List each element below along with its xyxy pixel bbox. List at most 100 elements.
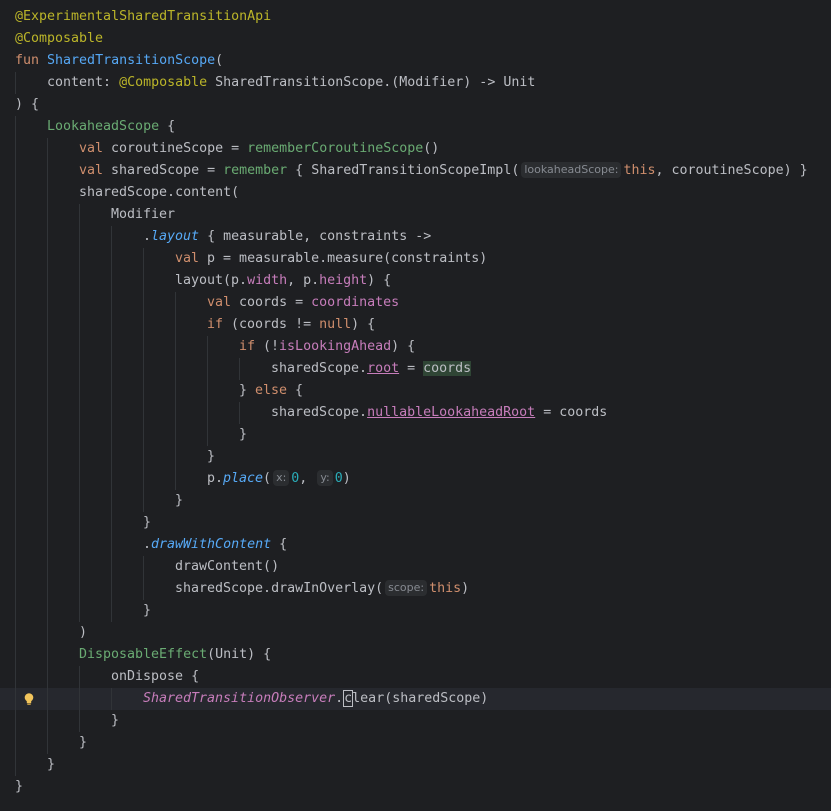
code-line-content: sharedScope.content( (15, 185, 239, 200)
code-editor[interactable]: @ExperimentalSharedTransitionApi @Composa… (0, 0, 831, 811)
code-token: } (111, 713, 120, 728)
code-line-content: } (15, 515, 151, 530)
indent-guide (15, 644, 16, 666)
code-token: val (79, 141, 104, 156)
code-line[interactable]: val p = measurable.measure(constraints) (15, 248, 831, 270)
indent-guide (15, 204, 16, 226)
code-line[interactable]: content: @Composable SharedTransitionSco… (15, 72, 831, 94)
code-token: { (159, 119, 176, 134)
code-line[interactable]: fun SharedTransitionScope( (15, 50, 831, 72)
indent-guide (47, 644, 48, 666)
code-token: = coords (535, 405, 608, 420)
indent-guide (15, 182, 16, 204)
code-line[interactable]: sharedScope.nullableLookaheadRoot = coor… (15, 402, 831, 424)
code-area[interactable]: @ExperimentalSharedTransitionApi @Composa… (0, 6, 831, 798)
code-line[interactable]: @Composable (15, 28, 831, 50)
code-token: fun (15, 53, 48, 68)
indent-guide (79, 468, 80, 490)
code-line-content: } (15, 713, 119, 728)
code-token: sharedScope.drawInOverlay( (175, 581, 384, 596)
indent-guide (143, 446, 144, 468)
code-line[interactable]: sharedScope.content( (15, 182, 831, 204)
code-token: ) { (367, 273, 392, 288)
indent-guide (47, 182, 48, 204)
code-line-content: if (!isLookingAhead) { (15, 339, 415, 354)
code-line[interactable]: val sharedScope = remember { SharedTrans… (15, 160, 831, 182)
code-line-content: } (15, 757, 55, 772)
indent-guide (79, 534, 80, 556)
indent-guide (47, 424, 48, 446)
code-line[interactable]: SharedTransitionObserver.clear(sharedSco… (0, 688, 831, 710)
indent-guide (207, 336, 208, 358)
indent-guide (15, 666, 16, 688)
lightbulb-icon[interactable] (22, 692, 36, 706)
code-line[interactable]: } else { (15, 380, 831, 402)
indent-guide (79, 600, 80, 622)
code-line[interactable]: .layout { measurable, constraints -> (15, 226, 831, 248)
code-token: coords = (231, 295, 312, 310)
code-line[interactable]: p.place(x: 0, y: 0) (15, 468, 831, 490)
code-line[interactable]: .drawWithContent { (15, 534, 831, 556)
code-line[interactable]: LookaheadScope { (15, 116, 831, 138)
code-line[interactable]: } (15, 424, 831, 446)
code-line[interactable]: if (coords != null) { (15, 314, 831, 336)
code-line[interactable]: } (15, 710, 831, 732)
code-line[interactable]: } (15, 490, 831, 512)
code-line[interactable]: onDispose { (15, 666, 831, 688)
indent-guide (79, 424, 80, 446)
code-token: place (223, 471, 264, 486)
code-line[interactable]: sharedScope.root = coords (15, 358, 831, 380)
code-line[interactable]: Modifier (15, 204, 831, 226)
indent-guide (79, 512, 80, 534)
indent-guide (175, 468, 176, 490)
indent-guide (79, 314, 80, 336)
code-token: drawContent() (175, 559, 280, 574)
code-line[interactable]: } (15, 446, 831, 468)
code-token: . (143, 229, 152, 244)
indent-guide (239, 402, 240, 424)
code-line[interactable]: val coords = coordinates (15, 292, 831, 314)
code-line-content: } (15, 603, 151, 618)
code-token: () (423, 141, 440, 156)
code-line[interactable]: } (15, 732, 831, 754)
code-line[interactable]: ) (15, 622, 831, 644)
indent-guide (175, 336, 176, 358)
indent-guide (47, 314, 48, 336)
indent-guide (143, 556, 144, 578)
code-line[interactable]: } (15, 600, 831, 622)
indent-guide (111, 446, 112, 468)
indent-guide (79, 380, 80, 402)
indent-guide (143, 402, 144, 424)
code-token: ( (263, 471, 272, 486)
code-token: . (335, 691, 344, 706)
indent-guide (47, 710, 48, 732)
indent-guide (15, 556, 16, 578)
code-line[interactable]: val coroutineScope = rememberCoroutineSc… (15, 138, 831, 160)
code-line[interactable]: sharedScope.drawInOverlay(scope: this) (15, 578, 831, 600)
code-line[interactable]: } (15, 512, 831, 534)
code-line[interactable]: if (!isLookingAhead) { (15, 336, 831, 358)
code-line-content: .layout { measurable, constraints -> (15, 229, 431, 244)
indent-guide (15, 710, 16, 732)
code-line[interactable]: } (15, 754, 831, 776)
code-token: null (319, 317, 352, 332)
indent-guide (111, 512, 112, 534)
code-line[interactable]: ) { (15, 94, 831, 116)
indent-guide (175, 424, 176, 446)
indent-guide (47, 402, 48, 424)
code-line[interactable]: drawContent() (15, 556, 831, 578)
code-token: ) { (15, 97, 40, 112)
code-line[interactable]: layout(p.width, p.height) { (15, 270, 831, 292)
code-token: height (319, 273, 368, 288)
code-line[interactable]: @ExperimentalSharedTransitionApi (15, 6, 831, 28)
indent-guide (47, 468, 48, 490)
code-token: coordinates (311, 295, 400, 310)
indent-guide (47, 138, 48, 160)
code-line[interactable]: } (15, 776, 831, 798)
code-token: p. (207, 471, 224, 486)
code-line[interactable]: DisposableEffect(Unit) { (15, 644, 831, 666)
code-line-content: sharedScope.drawInOverlay(scope: this) (15, 580, 469, 596)
indent-guide (111, 424, 112, 446)
code-token: } (143, 603, 152, 618)
indent-guide (47, 358, 48, 380)
